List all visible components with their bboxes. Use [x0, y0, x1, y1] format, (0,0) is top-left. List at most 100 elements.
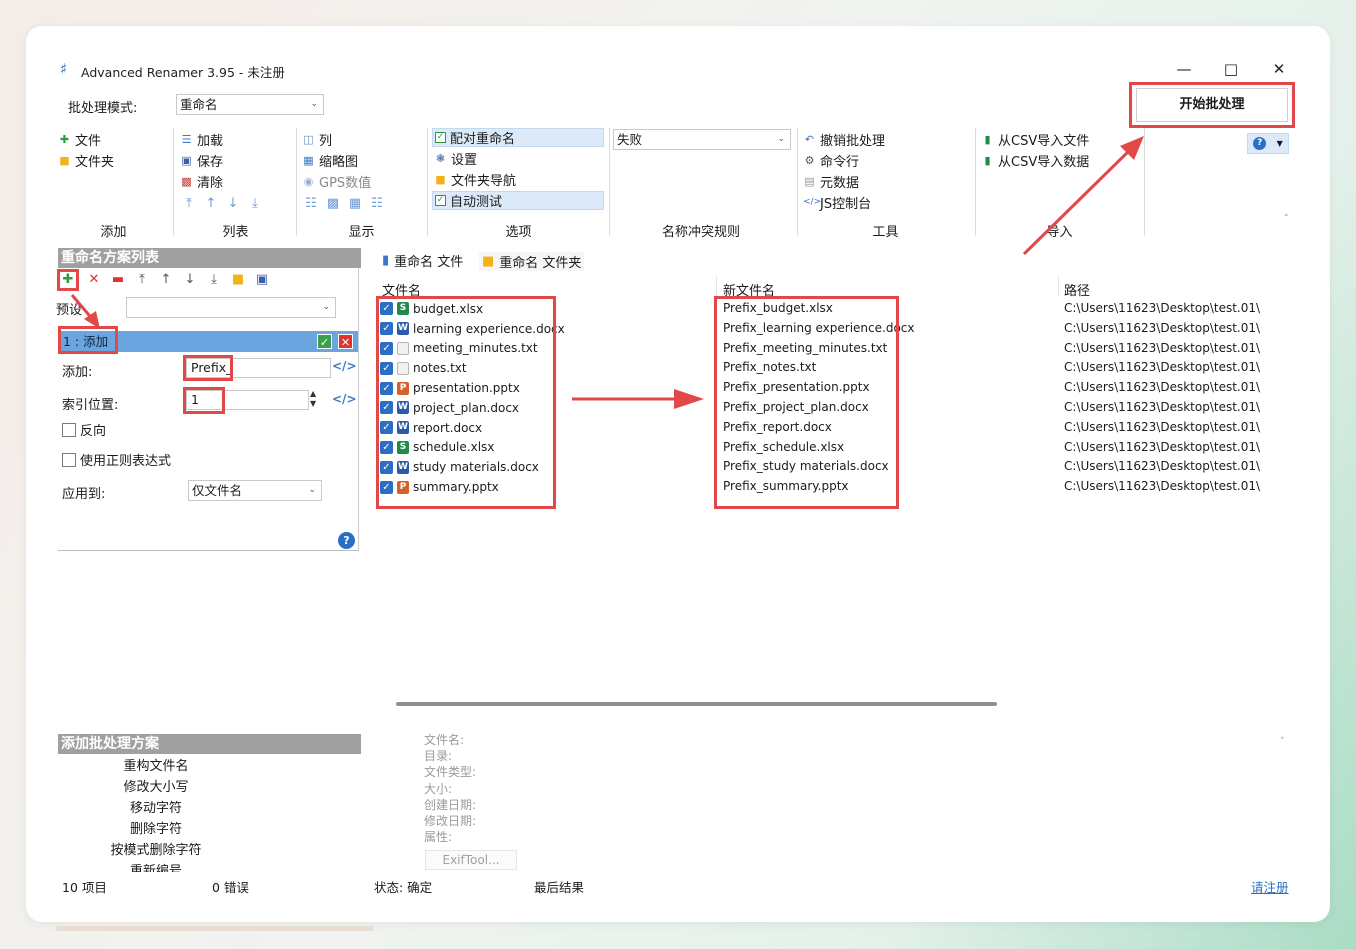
move-up-icon[interactable]: ↑: [202, 196, 220, 211]
pair-rename-toggle[interactable]: ✓ 配对重命名: [432, 128, 604, 147]
add-method-item[interactable]: 删除字符: [76, 819, 236, 840]
add-method-item[interactable]: 按模式删除字符: [76, 840, 236, 861]
gps-values-button[interactable]: ◉ GPS数值: [302, 172, 386, 191]
move-top-icon[interactable]: ⤒: [133, 272, 151, 291]
save-list-button[interactable]: ▣ 保存: [180, 151, 264, 170]
checkbox-icon: [62, 452, 76, 467]
register-link[interactable]: 请注册: [1251, 877, 1289, 896]
chevron-down-icon: ⌄: [310, 99, 318, 109]
move-down-icon[interactable]: ↓: [224, 196, 242, 211]
chevron-down-icon: ⌄: [322, 302, 330, 312]
ribbon-separator: [609, 128, 610, 236]
view-tiles-icon[interactable]: ▦: [346, 196, 364, 211]
tab-rename-files[interactable]: ▮ 重命名 文件: [382, 251, 463, 270]
help-icon[interactable]: ?: [338, 532, 355, 549]
annotation-arrow-rename: [572, 389, 704, 409]
ribbon-group-options: ✓ 配对重命名 ❃ 设置 ■ 文件夹导航 ✓ 自动测试: [432, 128, 604, 210]
move-bottom-icon[interactable]: ⤓: [205, 272, 223, 291]
ribbon-label-conflict: 名称冲突规则: [661, 225, 740, 240]
undo-icon: ↶: [804, 133, 815, 146]
file-path: C:\Users\11623\Desktop\test.01\: [1064, 380, 1261, 395]
add-method-item[interactable]: 移动字符: [76, 798, 236, 819]
columns-button[interactable]: ◫ 列: [302, 130, 386, 149]
path-column: C:\Users\11623\Desktop\test.01\ C:\Users\…: [1064, 299, 1260, 497]
maximize-button[interactable]: □: [1216, 58, 1246, 80]
apply-to-select[interactable]: 仅文件名 ⌄: [188, 480, 322, 501]
collapse-ribbon-icon[interactable]: ˄: [1284, 214, 1289, 224]
help-dropdown[interactable]: ? ▼: [1247, 133, 1289, 154]
index-position-label: 索引位置:: [62, 398, 119, 413]
auto-test-toggle[interactable]: ✓ 自动测试: [432, 191, 604, 210]
save-icon[interactable]: ▣: [253, 272, 271, 291]
js-console-button[interactable]: </> JS控制台: [803, 193, 885, 212]
status-item-count: 10 项目: [62, 880, 107, 895]
start-batch-button[interactable]: 开始批处理: [1136, 88, 1288, 122]
method-toolbar: ✚ ✕ ▬ ⤒ ↑ ↓ ⤓ ■ ▣: [57, 269, 271, 291]
status-last-result: 最后结果: [534, 880, 585, 895]
view-list-icon[interactable]: ☷: [302, 196, 320, 211]
location-pin-icon: ◉: [303, 175, 314, 188]
save-icon: ▣: [181, 154, 192, 167]
index-stepper[interactable]: ▲ ▼: [310, 389, 316, 409]
batch-mode-select[interactable]: 重命名 ⌄: [176, 94, 324, 115]
open-folder-icon[interactable]: ■: [229, 272, 247, 291]
clear-list-button[interactable]: ▩ 清除: [180, 172, 264, 191]
folder-navigation-button[interactable]: ■ 文件夹导航: [432, 170, 604, 189]
checkbox-icon: ✓: [435, 132, 446, 143]
delete-method-icon[interactable]: ✕: [85, 272, 103, 291]
thumbnails-button[interactable]: ▦ 缩略图: [302, 151, 386, 170]
conflict-rule-select[interactable]: 失败 ⌄: [613, 129, 791, 150]
ribbon-group-add: ✚ 文件 ■ 文件夹: [58, 130, 114, 170]
view-grid-icon[interactable]: ▩: [324, 196, 342, 211]
panel-border: [358, 268, 359, 551]
move-down-icon[interactable]: ↓: [181, 272, 199, 291]
regex-checkbox[interactable]: 使用正则表达式: [62, 450, 171, 469]
clear-methods-icon[interactable]: ▬: [109, 272, 127, 291]
file-icon: ▮: [382, 253, 390, 268]
view-details-icon[interactable]: ☷: [368, 196, 386, 211]
undo-batch-button[interactable]: ↶ 撤销批处理: [803, 130, 885, 149]
add-folder-button[interactable]: ■ 文件夹: [58, 151, 114, 170]
code-icon[interactable]: </>: [332, 392, 357, 406]
ribbon-separator: [296, 128, 297, 236]
file-info-panel: 文件名: 目录: 文件类型: 大小: 创建日期: 修改日期: 属性:: [424, 732, 476, 845]
preset-select[interactable]: ⌄: [126, 297, 336, 318]
move-up-icon[interactable]: ↑: [157, 272, 175, 291]
command-line-button[interactable]: ⚙ 命令行: [803, 151, 885, 170]
conflict-rule-value: 失败: [617, 132, 643, 147]
status-error-count: 0 错误: [212, 880, 249, 895]
file-path: C:\Users\11623\Desktop\test.01\: [1064, 399, 1261, 414]
file-info-label: 创建日期:: [424, 797, 477, 812]
load-list-button[interactable]: ☰ 加载: [180, 130, 264, 149]
view-mode-buttons: ☷ ▩ ▦ ☷: [302, 195, 386, 211]
settings-button[interactable]: ❃ 设置: [432, 149, 604, 168]
horizontal-scrollbar[interactable]: [396, 702, 997, 706]
exiftool-button[interactable]: ExifTool...: [425, 850, 517, 870]
column-header-path[interactable]: 路径: [1064, 280, 1090, 299]
minimize-button[interactable]: —: [1169, 58, 1199, 80]
close-button[interactable]: ✕: [1264, 58, 1294, 80]
checkbox-icon: [62, 422, 76, 437]
help-icon: ?: [1253, 137, 1267, 150]
file-info-label: 目录:: [424, 749, 453, 764]
add-method-item[interactable]: 修改大小写: [76, 777, 236, 798]
metadata-button[interactable]: ▤ 元数据: [803, 172, 885, 191]
move-bottom-icon[interactable]: ⤓: [246, 196, 264, 211]
tab-rename-folders[interactable]: ■ 重命名 文件夹: [479, 252, 585, 271]
move-top-icon[interactable]: ⤒: [180, 196, 198, 211]
enable-method-checkbox[interactable]: ✓: [317, 334, 332, 349]
remove-method-icon[interactable]: ✕: [338, 334, 353, 349]
annotation-box-newnames: [714, 296, 899, 509]
panel-divider: [58, 550, 359, 551]
file-info-label: 文件类型:: [424, 765, 477, 780]
columns-icon: ◫: [303, 133, 314, 146]
collapse-info-icon[interactable]: ˅: [1280, 737, 1285, 747]
add-files-button[interactable]: ✚ 文件: [58, 130, 114, 149]
ribbon-group-display: ◫ 列 ▦ 缩略图 ◉ GPS数值 ☷ ▩ ▦ ☷: [302, 130, 386, 211]
annotation-arrow-start: [1022, 136, 1144, 256]
ribbon-separator: [173, 128, 174, 236]
reverse-checkbox[interactable]: 反向: [62, 420, 106, 439]
code-icon[interactable]: </>: [332, 359, 357, 373]
add-method-item[interactable]: 重构文件名: [76, 756, 236, 777]
add-method-icon[interactable]: ✚: [57, 269, 79, 291]
